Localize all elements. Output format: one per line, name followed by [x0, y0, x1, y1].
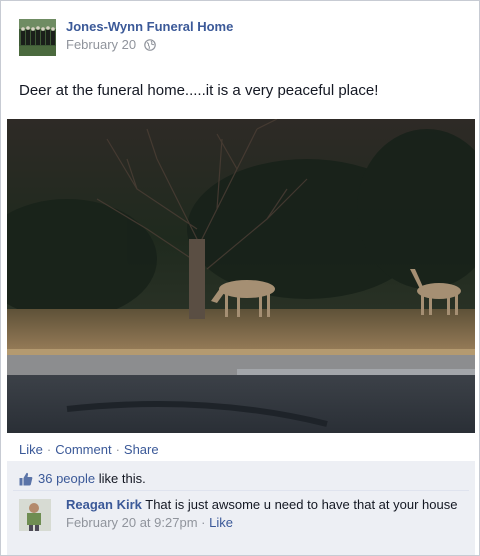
comment-timestamp[interactable]: February 20 at 9:27pm [66, 515, 198, 530]
comment-text: That is just awsome u need to have that … [141, 497, 458, 512]
comment-button[interactable]: Comment [55, 442, 111, 457]
like-button[interactable]: Like [19, 442, 43, 457]
page-avatar[interactable] [19, 19, 56, 56]
likes-count-link[interactable]: 36 people [38, 471, 95, 486]
share-button[interactable]: Share [124, 442, 159, 457]
comment-body: Reagan Kirk That is just awsome u need t… [66, 497, 461, 531]
comment-meta: February 20 at 9:27pm · Like [66, 515, 461, 531]
post-date: February 20 [66, 37, 156, 54]
post-date-text[interactable]: February 20 [66, 37, 136, 52]
post-message: Deer at the funeral home.....it is a ver… [19, 82, 379, 99]
globe-icon [143, 39, 156, 54]
post-photo[interactable] [7, 119, 475, 433]
separator-dot: · [46, 442, 52, 457]
comment-like-button[interactable]: Like [209, 515, 233, 530]
separator-dot: · [115, 442, 120, 457]
thumbs-up-icon [19, 472, 33, 489]
feedback-panel: 36 people like this. Reagan Kirk That is… [7, 461, 475, 555]
post-actions: Like · Comment · Share [19, 442, 159, 457]
facebook-post: Jones-Wynn Funeral Home February 20 Deer… [0, 0, 480, 556]
comment-author-link[interactable]: Reagan Kirk [66, 497, 142, 512]
likes-suffix: like this. [95, 471, 146, 486]
page-name-link[interactable]: Jones-Wynn Funeral Home [66, 19, 233, 34]
commenter-avatar[interactable] [19, 499, 51, 531]
separator-dot: · [197, 515, 210, 530]
divider [13, 490, 469, 491]
likes-summary: 36 people like this. [19, 471, 146, 489]
